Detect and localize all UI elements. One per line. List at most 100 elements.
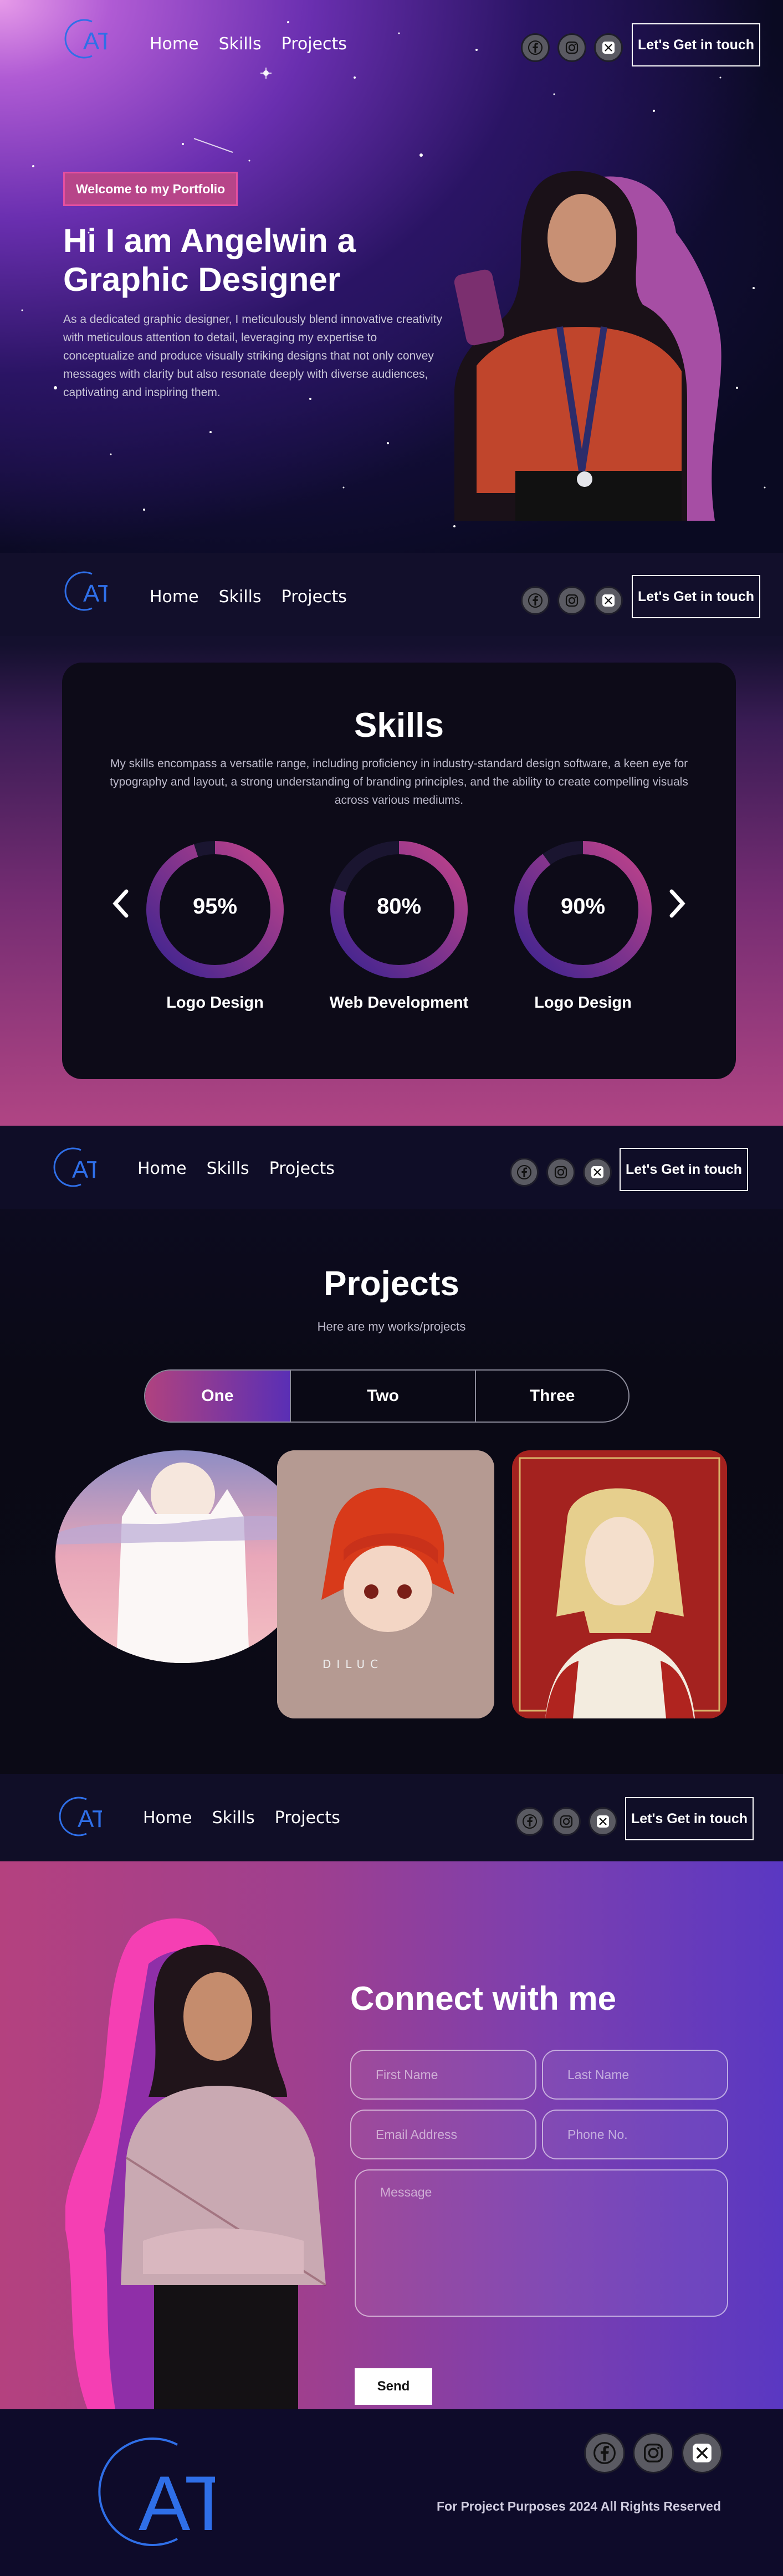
logo-icon: AT	[98, 2438, 232, 2547]
svg-text:AT: AT	[83, 28, 108, 55]
tab-one[interactable]: One	[145, 1371, 291, 1422]
nav-projects-link[interactable]: Projects	[269, 1159, 335, 1178]
facebook-icon[interactable]	[515, 1807, 544, 1836]
logo[interactable]: AT	[58, 566, 112, 616]
instagram-icon[interactable]	[557, 33, 586, 62]
contact-portrait-image	[65, 1918, 327, 2409]
svg-text:DILUC: DILUC	[323, 1658, 383, 1671]
projects-title: Projects	[324, 1265, 459, 1303]
projects-subtitle: Here are my works/projects	[317, 1320, 466, 1333]
x-icon[interactable]	[588, 1807, 617, 1836]
instagram-icon[interactable]	[633, 2433, 674, 2474]
contact-section: AT Home Skills Projects Let's Get in tou…	[0, 1774, 783, 2409]
social-links	[510, 1158, 612, 1187]
phone-field[interactable]: Phone No.	[542, 2110, 728, 2159]
nav-skills-link[interactable]: Skills	[219, 34, 262, 54]
skill-value: 90%	[560, 894, 606, 918]
footer-logo[interactable]: AT	[83, 2436, 232, 2548]
skill-ring: 80%	[328, 839, 470, 981]
skills-section: AT Home Skills Projects Let's Get in tou…	[0, 553, 783, 1126]
logo[interactable]: AT	[52, 1792, 107, 1841]
project-image-character[interactable]: DILUC	[277, 1450, 494, 1718]
instagram-icon[interactable]	[546, 1158, 575, 1187]
skills-card: Skills My skills encompass a versatile r…	[62, 663, 736, 1079]
tab-two[interactable]: Two	[291, 1371, 477, 1422]
email-field[interactable]: Email Address	[350, 2110, 536, 2159]
hero-description: As a dedicated graphic designer, I metic…	[63, 313, 443, 399]
hero-portrait-image	[454, 171, 721, 521]
social-links	[515, 1807, 617, 1836]
x-icon[interactable]	[682, 2433, 723, 2474]
footer-copyright: For Project Purposes 2024 All Rights Res…	[437, 2499, 721, 2513]
nav-links: Home Skills Projects	[143, 1808, 340, 1828]
nav-links: Home Skills Projects	[137, 1159, 335, 1178]
skill-label: Logo Design	[534, 994, 632, 1012]
nav-home-link[interactable]: Home	[143, 1808, 192, 1828]
nav-projects-link[interactable]: Projects	[282, 34, 347, 54]
hero-title: Hi I am Angelwin a Graphic Designer	[63, 222, 356, 298]
project-image-prince[interactable]	[512, 1450, 727, 1718]
message-field[interactable]: Message	[355, 2169, 728, 2317]
facebook-icon[interactable]	[521, 586, 550, 615]
facebook-icon[interactable]	[521, 33, 550, 62]
skills-description: My skills encompass a versatile range, i…	[110, 757, 688, 807]
x-icon[interactable]	[594, 586, 623, 615]
welcome-badge: Welcome to my Portfolio	[63, 172, 238, 206]
contact-title: Connect with me	[350, 1980, 617, 2017]
nav-projects-link[interactable]: Projects	[282, 587, 347, 607]
projects-section: AT Home Skills Projects Let's Get in tou…	[0, 1126, 783, 1774]
skill-ring: 95%	[144, 839, 286, 981]
logo-icon: AT	[64, 571, 112, 611]
last-name-field[interactable]: Last Name	[542, 2050, 728, 2100]
logo[interactable]: AT	[58, 14, 112, 64]
skill-value: 95%	[192, 894, 238, 918]
x-icon[interactable]	[583, 1158, 612, 1187]
nav-skills-link[interactable]: Skills	[212, 1808, 255, 1828]
nav-home-link[interactable]: Home	[150, 587, 199, 607]
nav-links: Home Skills Projects	[150, 587, 347, 607]
skill-ring: 90%	[512, 839, 654, 981]
get-in-touch-button[interactable]: Let's Get in touch	[620, 1148, 748, 1191]
svg-text:AT: AT	[72, 1156, 96, 1183]
nav-skills-link[interactable]: Skills	[219, 587, 262, 607]
get-in-touch-button[interactable]: Let's Get in touch	[632, 575, 760, 618]
logo-icon: AT	[53, 1147, 101, 1187]
nav-skills-link[interactable]: Skills	[207, 1159, 249, 1178]
skill-label: Web Development	[329, 994, 469, 1012]
facebook-icon[interactable]	[584, 2433, 625, 2474]
svg-text:AT: AT	[78, 1805, 102, 1833]
instagram-icon[interactable]	[557, 586, 586, 615]
skill-label: Logo Design	[166, 994, 264, 1012]
svg-text:AT: AT	[83, 580, 108, 607]
tab-three[interactable]: Three	[476, 1371, 628, 1422]
project-image-cat[interactable]	[55, 1450, 309, 1663]
footer-social-links	[584, 2433, 723, 2474]
nav-projects-link[interactable]: Projects	[275, 1808, 340, 1828]
first-name-field[interactable]: First Name	[350, 2050, 536, 2100]
instagram-icon[interactable]	[552, 1807, 581, 1836]
chevron-left-icon[interactable]	[109, 887, 133, 920]
logo[interactable]: AT	[47, 1142, 101, 1192]
projects-nav: AT Home Skills Projects Let's Get in tou…	[0, 1126, 783, 1209]
nav-links: Home Skills Projects	[150, 34, 347, 54]
logo-icon: AT	[59, 1797, 107, 1836]
social-links	[521, 586, 623, 615]
chevron-right-icon[interactable]	[665, 887, 689, 920]
skills-title: Skills	[354, 706, 444, 745]
hero-section: AT Home Skills Projects Let's Get in tou…	[0, 0, 783, 553]
skill-value: 80%	[376, 894, 422, 918]
nav-home-link[interactable]: Home	[137, 1159, 187, 1178]
get-in-touch-button[interactable]: Let's Get in touch	[625, 1797, 754, 1840]
nav-home-link[interactable]: Home	[150, 34, 199, 54]
contact-nav: AT Home Skills Projects Let's Get in tou…	[0, 1774, 783, 1861]
get-in-touch-button[interactable]: Let's Get in touch	[632, 23, 760, 66]
svg-text:AT: AT	[139, 2460, 215, 2547]
x-icon[interactable]	[594, 33, 623, 62]
skills-nav: AT Home Skills Projects Let's Get in tou…	[0, 553, 783, 636]
logo-icon: AT	[64, 19, 112, 59]
social-links	[521, 33, 623, 62]
send-button[interactable]: Send	[355, 2368, 432, 2405]
facebook-icon[interactable]	[510, 1158, 539, 1187]
footer: AT For Project Purposes 2024 All Rights …	[0, 2409, 783, 2576]
top-nav: AT Home Skills Projects Let's Get in tou…	[0, 0, 783, 83]
